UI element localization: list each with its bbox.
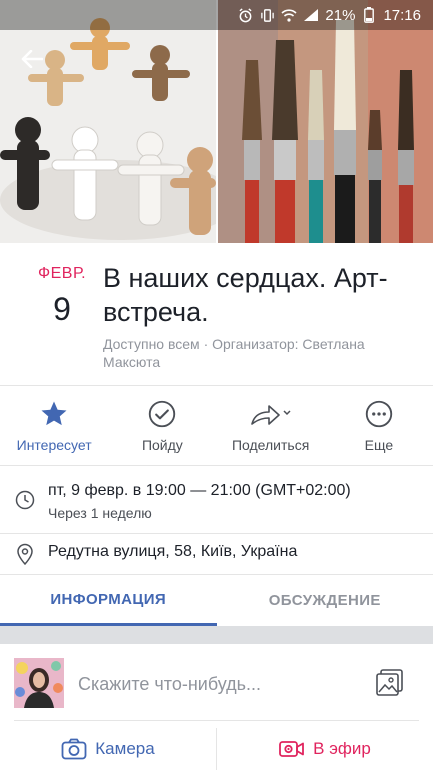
back-arrow-icon: [21, 50, 43, 68]
camera-icon: [61, 738, 87, 760]
event-place-row[interactable]: Редутна вулиця, 58, Київ, Україна: [0, 534, 433, 574]
share-label: Поделиться: [231, 436, 310, 453]
location-pin-icon: [14, 543, 36, 565]
composer-divider: [14, 720, 419, 721]
section-divider: [0, 626, 433, 644]
camera-button[interactable]: Камера: [0, 728, 217, 770]
interested-label: Интересует: [16, 436, 92, 453]
event-actions: Интересует Пойду Поделиться Еще: [0, 386, 433, 466]
going-label: Пойду: [141, 436, 183, 453]
battery-icon: [361, 7, 377, 23]
signal-icon: [303, 7, 319, 23]
more-button[interactable]: Еще: [325, 386, 433, 465]
event-relative-time: Через 1 неделю: [48, 505, 152, 521]
event-month: ФЕВР.: [37, 265, 87, 282]
event-day: 9: [53, 291, 71, 327]
share-icon: [248, 399, 294, 429]
composer-input[interactable]: Скажите что-нибудь...: [78, 674, 261, 695]
event-cover-photo[interactable]: [0, 0, 433, 243]
post-composer: Скажите что-нибудь...: [0, 644, 433, 726]
alarm-icon: [237, 7, 253, 23]
event-tabs: ИНФОРМАЦИЯ ОБСУЖДЕНИЕ: [0, 574, 433, 626]
wifi-icon: [281, 7, 297, 23]
check-circle-icon: [147, 399, 177, 429]
going-button[interactable]: Пойду: [108, 386, 216, 465]
composer-actions: Камера В эфир: [0, 728, 433, 770]
tab-discussion[interactable]: ОБСУЖДЕНИЕ: [217, 575, 433, 626]
interested-button[interactable]: Интересует: [0, 386, 108, 465]
paint-brushes-image: [218, 0, 433, 243]
live-video-icon: [279, 741, 305, 757]
more-icon: [364, 399, 394, 429]
more-label: Еще: [364, 436, 394, 453]
event-header: ФЕВР. 9 В наших сердцах. Арт-встреча. До…: [0, 243, 433, 386]
clock-icon: [14, 489, 36, 511]
paper-people-image: [0, 0, 216, 243]
event-title: В наших сердцах. Арт-встреча.: [103, 263, 388, 327]
vibrate-icon: [259, 7, 275, 23]
share-button[interactable]: Поделиться: [217, 386, 325, 465]
avatar[interactable]: [14, 658, 64, 708]
back-button[interactable]: [14, 44, 50, 74]
tab-info[interactable]: ИНФОРМАЦИЯ: [0, 575, 217, 626]
go-live-button[interactable]: В эфир: [217, 728, 433, 770]
add-photo-button[interactable]: [374, 666, 406, 698]
star-icon: [39, 399, 69, 429]
battery-percent: 21%: [325, 6, 356, 24]
event-address: Редутна вулиця, 58, Київ, Україна: [48, 543, 298, 560]
event-meta[interactable]: Доступно всем · Организатор: Светлана Ма…: [103, 335, 403, 371]
status-bar: 21% 17:16: [0, 0, 433, 30]
camera-label: Камера: [95, 739, 155, 758]
event-datetime: пт, 9 февр. в 19:00 — 21:00 (GMT+02:00): [48, 482, 351, 499]
photo-icon: [376, 669, 403, 696]
go-live-label: В эфир: [313, 739, 371, 758]
status-time: 17:16: [383, 6, 421, 24]
event-time-row[interactable]: пт, 9 февр. в 19:00 — 21:00 (GMT+02:00) …: [0, 466, 433, 534]
